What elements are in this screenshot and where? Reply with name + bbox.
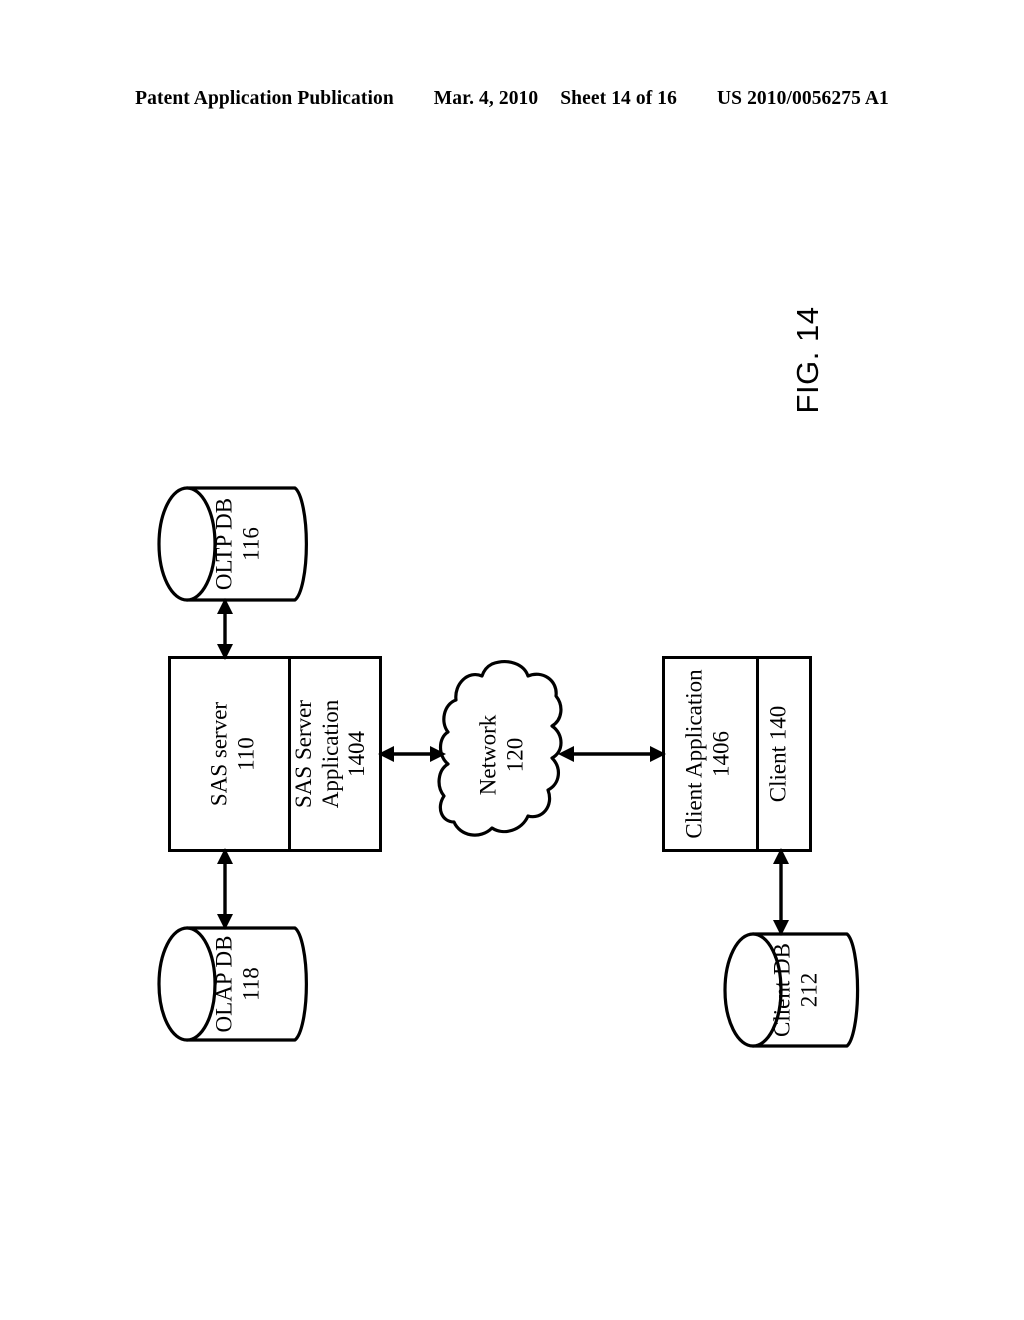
sas-server-name: SAS server [206, 701, 232, 807]
oltp-db-ref: 116 [238, 527, 264, 561]
client-application-label: Client Application 1406 [682, 669, 735, 838]
sas-server-label: SAS server 110 [207, 702, 260, 806]
olap-db-ref: 118 [238, 967, 264, 1001]
sas-server-application-ref: 1404 [344, 731, 370, 777]
connector-network-to-client-application [558, 742, 666, 766]
olap-db-cylinder: OLAP DB 118 [157, 926, 308, 1042]
sas-server-application-label: SAS Server Application 1404 [291, 700, 371, 809]
client-application-ref: 1406 [708, 731, 734, 778]
network-name: Network [475, 714, 501, 796]
sas-server-application-name-line1: SAS Server [291, 700, 317, 808]
oltp-db-cylinder: OLTP DB 116 [157, 486, 308, 602]
client-name: Client 140 [765, 705, 791, 803]
client-application-name: Client Application [681, 669, 707, 839]
connector-client-to-client-db [769, 848, 793, 936]
connector-sas-server-to-olap-db [213, 848, 237, 930]
client-db-ref: 212 [796, 972, 822, 1008]
client-db-name: Client DB [769, 943, 795, 1037]
sas-server-application-name-line2: Application [317, 699, 343, 809]
network-cloud: Network 120 [437, 658, 564, 852]
oltp-db-label: OLTP DB 116 [212, 498, 265, 590]
oltp-db-name: OLTP DB [211, 497, 237, 591]
client-label: Client 140 [765, 706, 792, 802]
figure-diagram: OLTP DB 116 OLAP DB 118 SAS server 110 S… [0, 0, 1024, 1320]
client-box: Client Application 1406 Client 140 [662, 656, 812, 852]
network-ref: 120 [502, 737, 527, 773]
network-label: Network 120 [475, 715, 528, 795]
olap-db-name: OLAP DB [211, 935, 237, 1033]
olap-db-label: OLAP DB 118 [212, 936, 265, 1033]
sas-server-ref: 110 [233, 737, 259, 771]
client-db-label: Client DB 212 [769, 943, 822, 1037]
client-db-cylinder: Client DB 212 [723, 932, 860, 1048]
connector-sas-server-to-oltp-db [213, 598, 237, 660]
client-box-divider [756, 659, 759, 849]
sas-server-box: SAS server 110 SAS Server Application 14… [168, 656, 382, 852]
connector-sas-application-to-network [378, 742, 446, 766]
